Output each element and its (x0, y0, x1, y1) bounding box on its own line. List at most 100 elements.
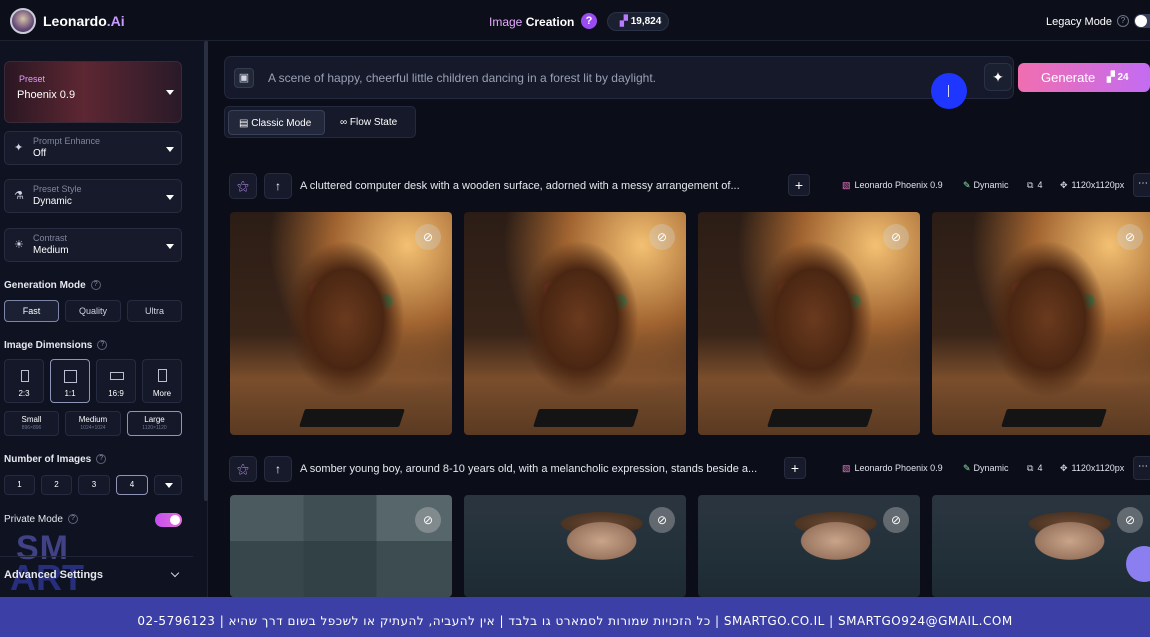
generated-image[interactable]: ⊘ (464, 212, 686, 435)
generated-image-hidden[interactable]: ⊘ (230, 495, 452, 597)
size-value: 1120x1120px (1071, 180, 1125, 190)
model-name: Leonardo Phoenix 0.9 (854, 180, 943, 190)
size-large[interactable]: Large 1120×1120 (127, 411, 182, 436)
legacy-mode-label: Legacy Mode (1046, 16, 1113, 28)
contrast-dropdown[interactable]: ☀ Contrast Medium (4, 228, 182, 262)
generated-image[interactable]: ⊘ (698, 212, 920, 435)
num-images-more[interactable] (154, 475, 182, 495)
help-icon[interactable]: ? (96, 454, 107, 465)
size-medium[interactable]: Medium 1024×1024 (65, 411, 121, 436)
generate-cost-value: 24 (1117, 72, 1129, 83)
plus-icon[interactable]: + (788, 174, 810, 196)
portrait-ratio-icon (21, 370, 29, 382)
help-icon[interactable]: ? (90, 280, 101, 291)
help-button[interactable]: ? (581, 13, 597, 29)
help-icon[interactable]: ? (97, 340, 108, 351)
model-icon: ▧ (842, 180, 851, 190)
generation-style: ✎ Dynamic (963, 180, 1009, 191)
user-avatar[interactable] (10, 8, 36, 34)
more-options-icon[interactable]: ⋯ (1133, 173, 1150, 197)
generated-image[interactable]: ⊘ (932, 212, 1150, 435)
sparkle-icon[interactable]: ✦ (984, 63, 1012, 91)
legacy-help-icon[interactable]: ? (1117, 15, 1129, 27)
generation-mode-heading: Generation Mode? (4, 280, 101, 291)
size-sub: 1024×1024 (80, 425, 106, 431)
tab-flow-state[interactable]: ∞ Flow State (331, 110, 413, 135)
token-balance[interactable]: ▞ 19,824 (607, 12, 669, 31)
generated-image[interactable]: ⊘ (932, 495, 1150, 597)
eye-off-icon[interactable]: ⊘ (1117, 224, 1143, 250)
move-icon: ✥ (1060, 463, 1068, 473)
page-title-part2: Creation (525, 15, 575, 29)
prompt-enhance-label: Prompt Enhance (33, 136, 101, 146)
legacy-mode-toggle[interactable] (1134, 14, 1150, 28)
wand-icon[interactable]: ⚝ (229, 173, 257, 199)
preset-selector[interactable]: Preset Phoenix 0.9 (4, 61, 182, 123)
chevron-down-icon (166, 90, 174, 95)
preset-style-dropdown[interactable]: ⚗ Preset Style Dynamic (4, 179, 182, 213)
generation-count: ⧉ 4 (1027, 463, 1042, 474)
prompt-enhance-value: Off (33, 148, 47, 159)
ratio-more[interactable]: More (142, 359, 182, 403)
num-images-3[interactable]: 3 (78, 475, 110, 495)
generation-mode-quality[interactable]: Quality (65, 300, 121, 322)
arrow-up-icon[interactable]: ↑ (264, 456, 292, 482)
prompt-input[interactable]: ▣ A scene of happy, cheerful little chil… (224, 56, 1014, 99)
eye-off-icon[interactable]: ⊘ (883, 224, 909, 250)
style-name: Dynamic (973, 463, 1009, 473)
wand-icon[interactable]: ⚝ (229, 456, 257, 482)
eye-off-icon[interactable]: ⊘ (649, 224, 675, 250)
arrow-up-icon[interactable]: ↑ (264, 173, 292, 199)
ratio-label: More (152, 389, 172, 398)
preset-label: Preset (19, 74, 46, 84)
keyboard-shape (767, 409, 873, 427)
num-images-4[interactable]: 4 (116, 475, 148, 495)
generated-image[interactable]: ⊘ (230, 212, 452, 435)
page-title: Image Creation (489, 15, 574, 29)
generate-button[interactable]: Generate ▞ 24 (1018, 63, 1150, 92)
size-label: Small (21, 415, 42, 424)
eye-off-icon[interactable]: ⊘ (415, 224, 441, 250)
help-icon[interactable]: ? (67, 514, 78, 525)
brand-suffix: .Ai (106, 13, 125, 29)
generation-mode-fast[interactable]: Fast (4, 300, 59, 322)
keyboard-shape (1001, 409, 1107, 427)
size-small[interactable]: Small 896×896 (4, 411, 59, 436)
generated-image[interactable]: ⊘ (464, 495, 686, 597)
more-options-icon[interactable]: ⋯ (1133, 456, 1150, 480)
size-label: Large (144, 415, 165, 424)
prompt-enhance-dropdown[interactable]: ✦ Prompt Enhance Off (4, 131, 182, 165)
eye-off-icon[interactable]: ⊘ (1117, 507, 1143, 533)
prompt-text[interactable]: A scene of happy, cheerful little childr… (268, 71, 656, 85)
advanced-settings-toggle[interactable]: Advanced Settings (0, 556, 193, 590)
ratio-2-3[interactable]: 2:3 (4, 359, 44, 403)
more-ratio-icon (158, 369, 167, 382)
num-images-1[interactable]: 1 (4, 475, 35, 495)
token-icon: ▞ (620, 16, 628, 27)
num-images-2[interactable]: 2 (41, 475, 72, 495)
preset-value: Phoenix 0.9 (17, 89, 76, 101)
eye-off-icon[interactable]: ⊘ (649, 507, 675, 533)
generation-header: ⚝ ↑ A cluttered computer desk with a woo… (229, 173, 1150, 203)
sun-icon: ☀ (14, 239, 24, 251)
move-icon: ✥ (1060, 180, 1068, 190)
eye-off-icon[interactable]: ⊘ (415, 507, 441, 533)
tab-classic-mode[interactable]: ▤ Classic Mode (228, 110, 325, 135)
count-value: 4 (1037, 180, 1043, 190)
generation-mode-ultra[interactable]: Ultra (127, 300, 182, 322)
ratio-16-9[interactable]: 16:9 (96, 359, 136, 403)
generated-image[interactable]: ⊘ (698, 495, 920, 597)
ratio-label: 1:1 (64, 389, 76, 398)
ratio-1-1[interactable]: 1:1 (50, 359, 90, 403)
private-mode-toggle[interactable] (155, 513, 182, 527)
sidebar-scrollbar[interactable] (204, 41, 208, 501)
private-mode-label: Private Mode (4, 514, 63, 525)
plus-icon[interactable]: + (784, 457, 806, 479)
image-icon[interactable]: ▣ (234, 68, 254, 88)
contrast-value: Medium (33, 245, 69, 256)
brand-logo[interactable]: Leonardo.Ai (43, 13, 125, 29)
square-ratio-icon (64, 370, 77, 383)
eye-off-icon[interactable]: ⊘ (883, 507, 909, 533)
images-icon: ⧉ (1027, 463, 1034, 473)
ratio-label: 2:3 (18, 389, 30, 398)
